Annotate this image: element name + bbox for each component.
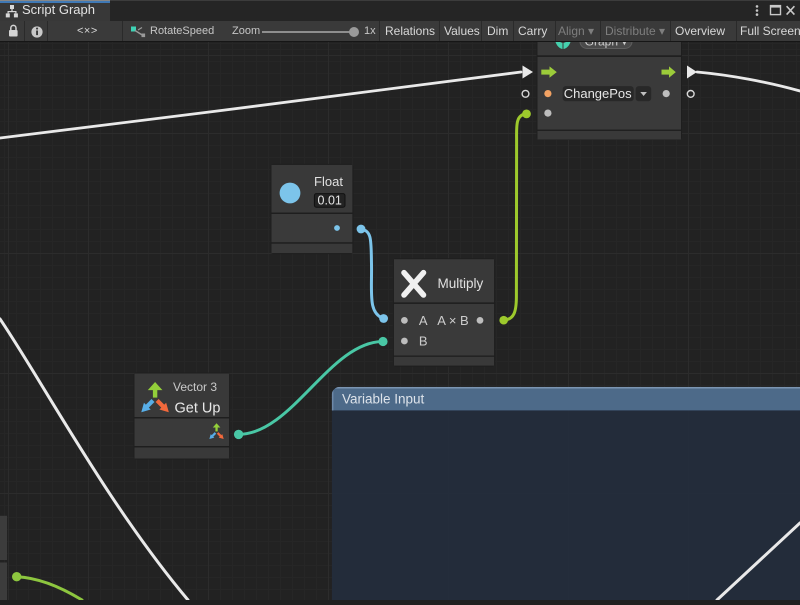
svg-text:Multiply: Multiply — [438, 276, 484, 291]
svg-text:ChangePos: ChangePos — [564, 86, 632, 101]
svg-text:Vector 3: Vector 3 — [173, 380, 217, 394]
svg-text:Float: Float — [314, 174, 343, 189]
svg-text:A × B: A × B — [437, 313, 468, 328]
svg-text:Graph ▾: Graph ▾ — [585, 42, 628, 49]
svg-text:0.01: 0.01 — [318, 194, 342, 208]
svg-text:B: B — [419, 334, 428, 349]
svg-text:Get Up: Get Up — [175, 401, 221, 417]
svg-text:A: A — [419, 313, 428, 328]
svg-text:Variable Input: Variable Input — [342, 392, 425, 407]
